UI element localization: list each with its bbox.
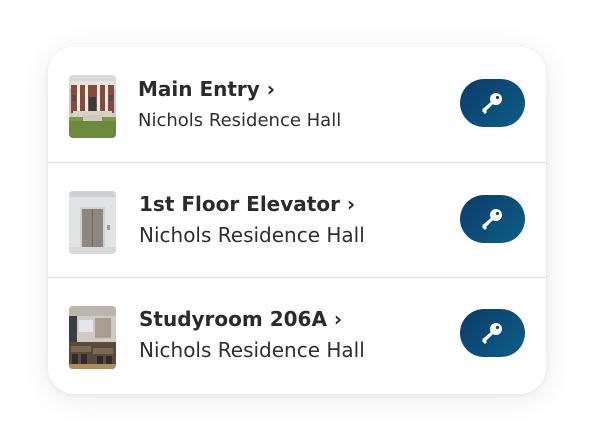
unlock-key-button[interactable] <box>460 309 525 357</box>
door-row-main-entry[interactable]: Main Entry › Nichols Residence Hall <box>48 47 546 162</box>
unlock-key-button[interactable] <box>460 79 525 127</box>
door-access-card: Main Entry › Nichols Residence Hall 1st <box>48 47 546 394</box>
door-title[interactable]: Studyroom 206A › <box>139 307 342 331</box>
door-location: Nichols Residence Hall <box>139 223 365 247</box>
unlock-key-button[interactable] <box>460 195 525 243</box>
door-title[interactable]: Main Entry › <box>138 77 275 101</box>
door-row-studyroom[interactable]: Studyroom 206A › Nichols Residence Hall <box>48 278 546 393</box>
studyroom-thumbnail <box>69 306 116 369</box>
door-row-elevator[interactable]: 1st Floor Elevator › Nichols Residence H… <box>48 163 546 278</box>
key-icon <box>482 93 502 114</box>
key-icon <box>482 209 502 230</box>
door-location: Nichols Residence Hall <box>138 110 342 131</box>
key-icon <box>482 323 502 344</box>
elevator-thumbnail <box>69 191 116 254</box>
main-entry-thumbnail <box>69 75 116 138</box>
door-title[interactable]: 1st Floor Elevator › <box>139 192 355 216</box>
door-location: Nichols Residence Hall <box>139 338 365 362</box>
